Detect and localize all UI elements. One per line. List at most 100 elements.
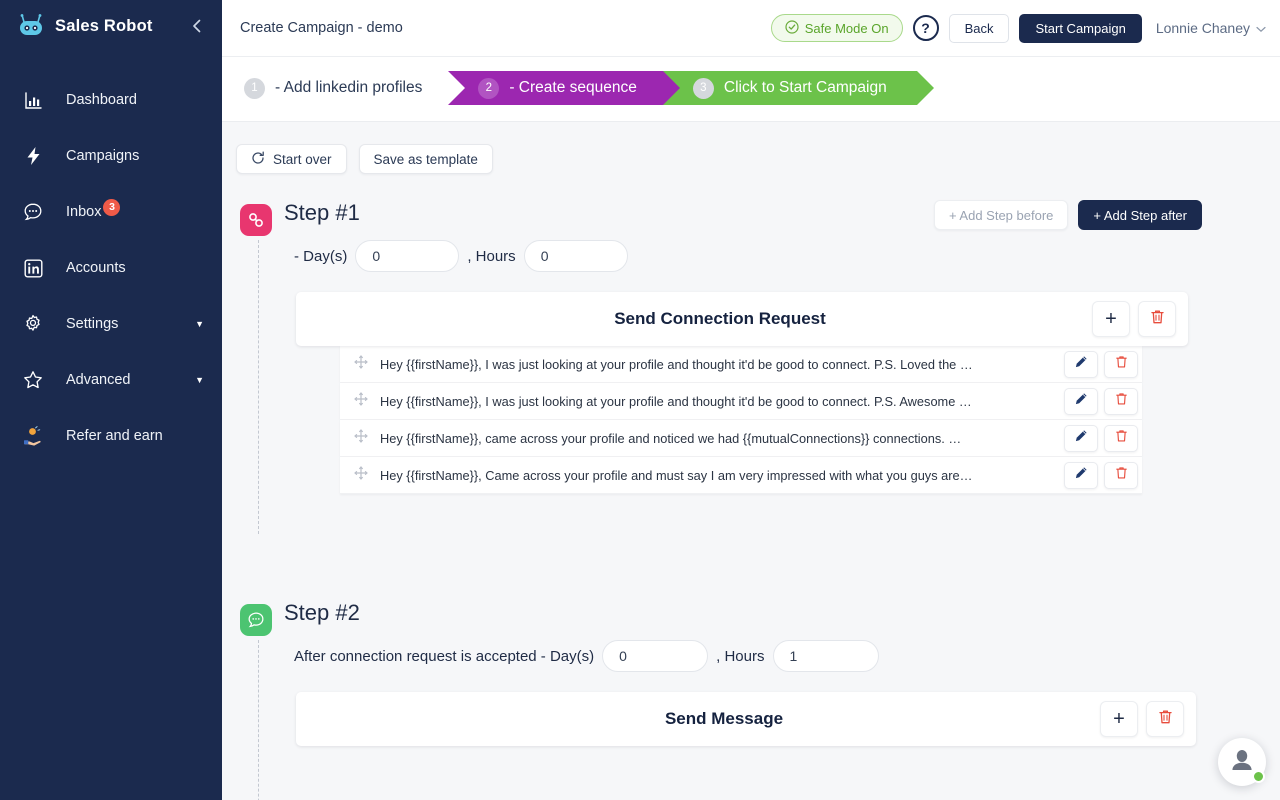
step-number: 2 (478, 77, 500, 99)
brand-name: Sales Robot (55, 16, 153, 35)
user-menu[interactable]: Lonnie Chaney (1156, 20, 1266, 36)
plus-icon: + (1105, 308, 1117, 330)
help-icon[interactable]: ? (912, 15, 939, 41)
message-text: Hey {{firstName}}, came across your prof… (380, 430, 962, 446)
hours-label: , Hours (716, 647, 765, 665)
bar-chart-icon (18, 91, 48, 110)
user-name: Lonnie Chaney (1155, 20, 1250, 36)
add-step-before-button[interactable]: + Add Step before (933, 200, 1069, 230)
chat-bubble-icon (18, 202, 48, 222)
add-variant-button[interactable]: + (1092, 301, 1130, 337)
safe-mode-badge[interactable]: Safe Mode On (770, 14, 903, 42)
topbar-actions: Safe Mode On ? Back Start Campaign Lonni… (770, 13, 1266, 43)
start-over-label: Start over (273, 151, 332, 167)
step-delay-row: After connection request is accepted - D… (294, 640, 1280, 672)
step-number: 1 (244, 77, 265, 99)
sidebar-item-accounts[interactable]: Accounts (0, 240, 222, 296)
delete-message-button[interactable] (1104, 461, 1138, 489)
drag-handle-icon[interactable] (354, 428, 372, 448)
days-input[interactable] (602, 640, 709, 672)
delete-action-button[interactable] (1146, 701, 1184, 737)
page-title: Create Campaign - demo (240, 20, 403, 36)
hours-input[interactable] (772, 640, 879, 672)
safe-mode-label: Safe Mode On (804, 20, 889, 36)
back-button[interactable]: Back (948, 13, 1010, 43)
add-step-after-button[interactable]: + Add Step after (1078, 200, 1202, 230)
star-icon (18, 370, 48, 390)
pencil-icon (1074, 392, 1088, 411)
message-text: Hey {{firstName}}, I was just looking at… (380, 393, 972, 409)
step-header: Step #2 (240, 600, 1280, 636)
chat-bubble-icon (240, 604, 272, 636)
add-variant-button[interactable]: + (1100, 701, 1138, 737)
sidebar-item-settings[interactable]: Settings ▼ (0, 296, 222, 352)
delay-prefix-label: After connection request is accepted - D… (294, 647, 595, 665)
inbox-badge: 3 (103, 198, 121, 216)
robot-logo-icon (16, 14, 46, 38)
link-connection-icon (240, 204, 272, 236)
support-avatar-button[interactable] (1218, 738, 1266, 786)
list-item[interactable]: Hey {{firstName}}, Came across your prof… (340, 457, 1142, 494)
action-card-send-connection-request: Send Connection Request + (296, 292, 1188, 346)
chevron-down-icon (1256, 20, 1266, 36)
list-item[interactable]: Hey {{firstName}}, I was just looking at… (340, 346, 1142, 383)
delete-message-button[interactable] (1104, 387, 1138, 415)
trash-icon (1115, 466, 1128, 485)
start-campaign-button[interactable]: Start Campaign (1019, 13, 1142, 43)
action-card-send-message: Send Message + (296, 692, 1196, 746)
sequence-toolbar: Start over Save as template (222, 144, 1280, 174)
edit-message-button[interactable] (1064, 461, 1098, 489)
trash-icon (1115, 355, 1128, 374)
trash-icon (1150, 309, 1165, 330)
step-block-2: Step #2 After connection request is acce… (222, 600, 1280, 800)
sequence-editor: Start over Save as template Step #1 + Ad… (222, 122, 1280, 800)
list-item[interactable]: Hey {{firstName}}, came across your prof… (340, 420, 1142, 457)
edit-message-button[interactable] (1064, 424, 1098, 452)
message-text: Hey {{firstName}}, Came across your prof… (380, 467, 973, 483)
lightning-bolt-icon (18, 146, 48, 166)
save-as-template-button[interactable]: Save as template (358, 144, 493, 174)
sidebar-collapse-button[interactable] (186, 15, 208, 37)
delete-action-button[interactable] (1138, 301, 1176, 337)
start-over-button[interactable]: Start over (236, 144, 347, 174)
trash-icon (1115, 429, 1128, 448)
step-header: Step #1 + Add Step before + Add Step aft… (240, 200, 1280, 236)
list-item[interactable]: Hey {{firstName}}, I was just looking at… (340, 383, 1142, 420)
status-badge (1252, 770, 1265, 783)
drag-handle-icon[interactable] (354, 465, 372, 485)
step-label: - Create sequence (509, 79, 637, 96)
sidebar-item-label: Dashboard (66, 92, 137, 108)
pencil-icon (1074, 466, 1088, 485)
brand: Sales Robot (0, 0, 222, 52)
sidebar-item-advanced[interactable]: Advanced ▼ (0, 352, 222, 408)
step-label: Click to Start Campaign (723, 79, 887, 96)
message-variant-list: Hey {{firstName}}, I was just looking at… (340, 346, 1142, 494)
step-actions: + Add Step before + Add Step after (933, 200, 1280, 230)
linkedin-icon (18, 259, 48, 278)
edit-message-button[interactable] (1064, 350, 1098, 378)
step-block-1: Step #1 + Add Step before + Add Step aft… (222, 200, 1280, 534)
chevron-down-icon[interactable]: ▼ (195, 319, 204, 329)
stepper-step-3[interactable]: 3 Click to Start Campaign (662, 71, 934, 105)
sidebar-item-inbox[interactable]: Inbox 3 (0, 184, 222, 240)
days-input[interactable] (355, 240, 460, 272)
trash-icon (1158, 709, 1173, 730)
sidebar-item-refer-and-earn[interactable]: Refer and earn (0, 408, 222, 464)
sidebar: Sales Robot Dashboard Campaigns Inbox 3 … (0, 0, 222, 800)
delete-message-button[interactable] (1104, 424, 1138, 452)
drag-handle-icon[interactable] (354, 354, 372, 374)
stepper-step-2[interactable]: 2 - Create sequence (448, 71, 680, 105)
gear-icon (18, 314, 48, 334)
sidebar-item-campaigns[interactable]: Campaigns (0, 128, 222, 184)
edit-message-button[interactable] (1064, 387, 1098, 415)
hours-input[interactable] (523, 240, 628, 272)
chevron-down-icon[interactable]: ▼ (195, 375, 204, 385)
stepper-step-1[interactable]: 1 - Add linkedin profiles (222, 71, 466, 105)
drag-handle-icon[interactable] (354, 391, 372, 411)
pencil-icon (1074, 355, 1088, 374)
plus-icon: + (1113, 708, 1125, 730)
hours-label: , Hours (467, 247, 516, 265)
step-title: Step #1 (284, 200, 360, 225)
delete-message-button[interactable] (1104, 350, 1138, 378)
sidebar-item-dashboard[interactable]: Dashboard (0, 72, 222, 128)
